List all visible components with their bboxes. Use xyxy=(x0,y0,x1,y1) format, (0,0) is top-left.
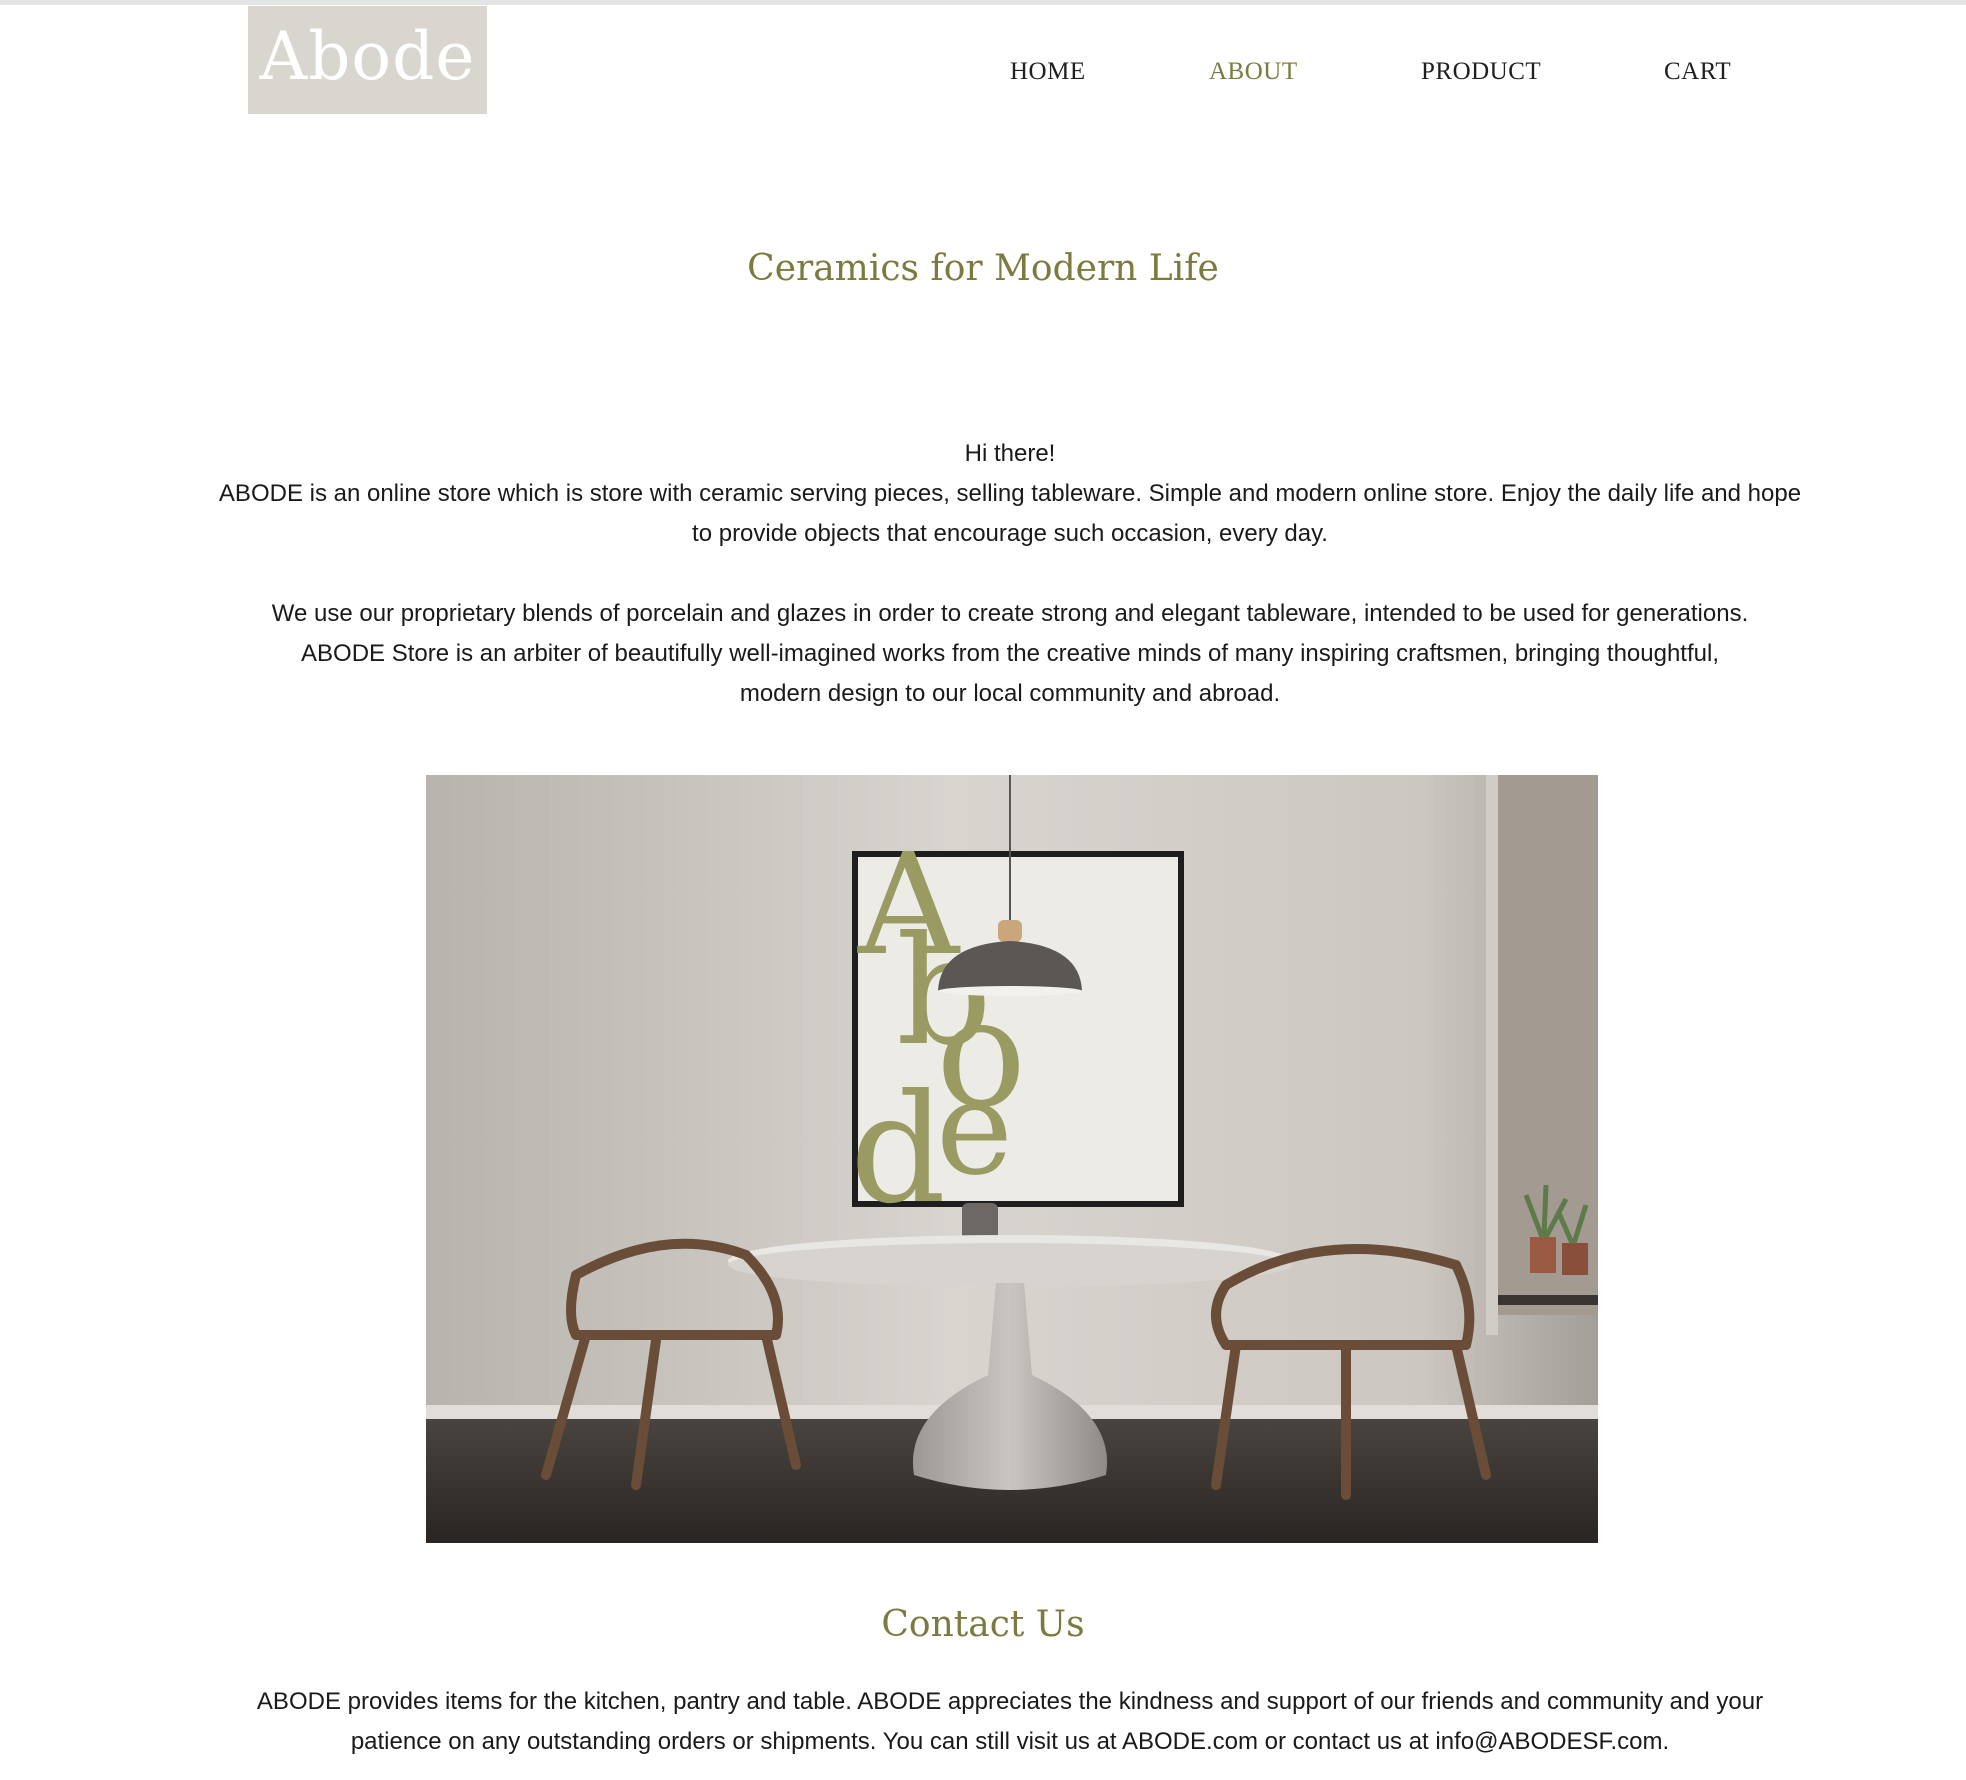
contact-title: Contact Us xyxy=(881,1604,1085,1645)
hero-illustration: A b o d e xyxy=(426,775,1598,1543)
greeting-text: Hi there! xyxy=(964,440,1056,467)
intro-paragraph-2: We use our proprietary blends of porcela… xyxy=(271,600,1749,707)
poster-letter-e: e xyxy=(936,1052,1013,1204)
top-border xyxy=(0,0,1966,5)
nav-home[interactable]: HOME xyxy=(1010,58,1086,86)
page-title: Ceramics for Modern Life xyxy=(747,248,1219,289)
hero-image: A b o d e xyxy=(426,775,1598,1543)
nav-about[interactable]: ABOUT xyxy=(1209,58,1298,86)
main-nav: HOME ABOUT PRODUCT CART xyxy=(0,58,1966,98)
poster-letter-d: d xyxy=(850,1063,946,1237)
nav-product[interactable]: PRODUCT xyxy=(1421,58,1541,86)
lamp-socket xyxy=(998,920,1022,942)
intro-paragraph-1: ABODE is an online store which is store … xyxy=(218,480,1802,547)
intro-section: Hi there! ABODE is an online store which… xyxy=(210,434,1810,714)
nav-cart[interactable]: CART xyxy=(1664,58,1731,86)
contact-text: ABODE provides items for the kitchen, pa… xyxy=(256,1688,1764,1755)
